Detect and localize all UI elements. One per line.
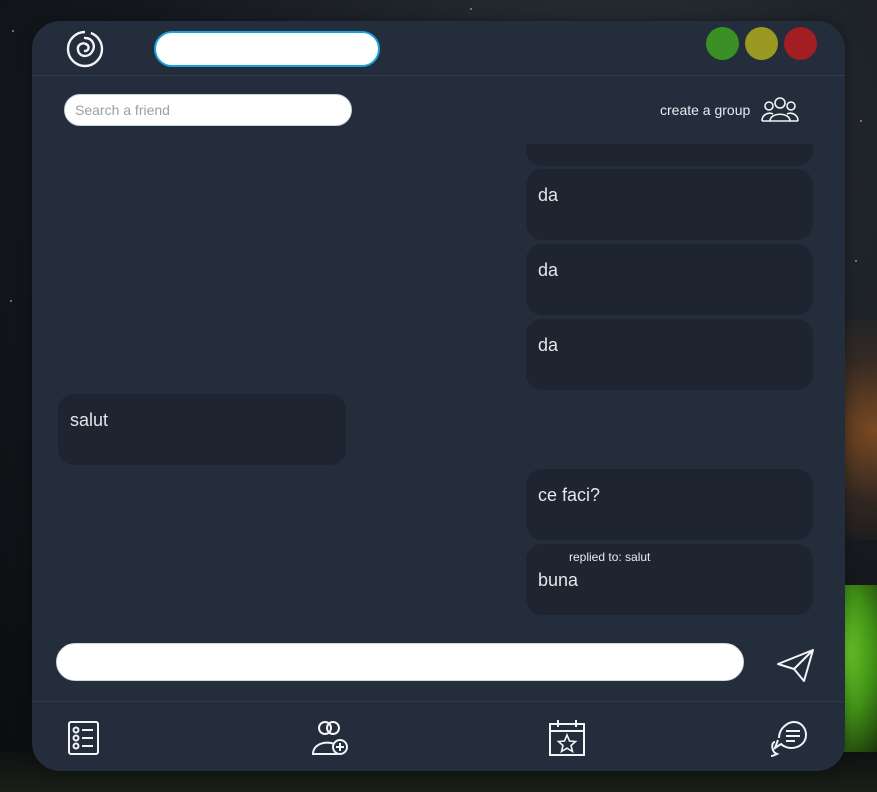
- add-friend-icon[interactable]: [311, 718, 349, 758]
- star: [10, 300, 12, 302]
- star: [860, 120, 862, 122]
- list-icon[interactable]: [65, 718, 103, 758]
- bottom-nav: [32, 701, 845, 771]
- message-text: buna: [538, 570, 579, 590]
- close-button[interactable]: [784, 27, 817, 60]
- message-text: da: [538, 260, 559, 280]
- message-input[interactable]: [56, 643, 744, 681]
- message-text: da: [538, 185, 559, 205]
- message-text: da: [538, 335, 559, 355]
- message-bubble: ce faci?: [526, 469, 813, 540]
- star: [12, 30, 14, 32]
- message-bubble: da: [526, 244, 813, 315]
- chat-title-field[interactable]: [154, 31, 380, 67]
- message-bubble: da: [526, 319, 813, 390]
- minimize-button[interactable]: [745, 27, 778, 60]
- message-text: salut: [70, 410, 109, 430]
- message-bubble-reply: replied to: salut buna: [526, 544, 813, 615]
- send-icon[interactable]: [776, 648, 816, 684]
- calendar-star-icon[interactable]: [548, 718, 586, 758]
- chat-window: create a group da da da salut: [32, 21, 845, 771]
- create-group-label: create a group: [660, 102, 751, 118]
- star: [855, 260, 857, 262]
- reply-reference: replied to: salut: [569, 550, 651, 564]
- title-bar: [32, 21, 845, 76]
- message-bubble: da: [526, 169, 813, 240]
- spiral-logo-icon: [66, 30, 104, 68]
- search-friend-input[interactable]: [64, 94, 352, 126]
- maximize-button[interactable]: [706, 27, 739, 60]
- message-list[interactable]: da da da salut ce faci? replied to: salu…: [32, 144, 845, 621]
- group-icon: [761, 97, 800, 122]
- message-bubble-partial: [526, 144, 813, 166]
- star: [470, 8, 472, 10]
- message-bubble-incoming: salut: [58, 394, 346, 465]
- create-group-button[interactable]: create a group: [660, 95, 800, 125]
- message-text: ce faci?: [538, 485, 601, 505]
- chat-icon[interactable]: [769, 718, 807, 758]
